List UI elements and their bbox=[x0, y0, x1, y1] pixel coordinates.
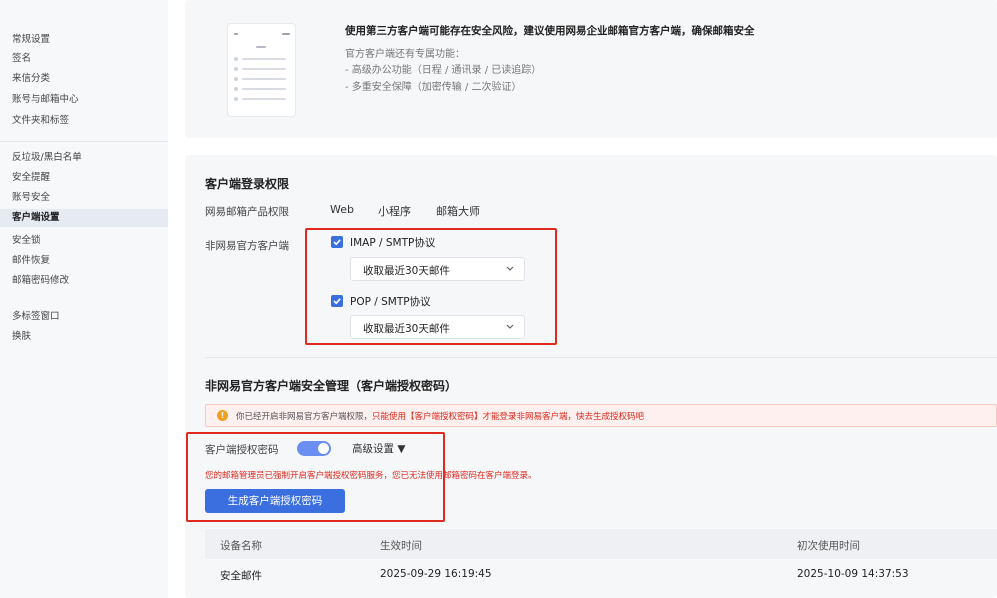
imap-select-value: 收取最近30天邮件 bbox=[363, 265, 450, 277]
sidebar-item-password-change[interactable]: 邮箱密码修改 bbox=[12, 275, 69, 287]
client-notice-card bbox=[185, 0, 997, 138]
sidebar-item-general[interactable]: 常规设置 bbox=[12, 34, 50, 46]
auth-password-label: 客户端授权密码 bbox=[205, 444, 279, 456]
notice-title: 使用第三方客户端可能存在安全风险，建议使用网易企业邮箱官方客户端，确保邮箱安全 bbox=[345, 25, 755, 37]
notice-subtitle: 官方客户端还有专属功能： bbox=[345, 49, 465, 60]
warning-text: 你已经开启非网易官方客户端权限，只能使用【客户端授权密码】才能登录非网易客户端，… bbox=[236, 412, 645, 422]
product-mini-program[interactable]: 小程序 bbox=[378, 203, 411, 219]
pop-fetch-range-select[interactable]: 收取最近30天邮件 bbox=[350, 315, 525, 339]
row-effective-time: 2025-09-29 16:19:45 bbox=[380, 568, 492, 580]
sidebar-item-mail-recovery[interactable]: 邮件恢复 bbox=[12, 255, 50, 267]
col-first-use-time: 初次使用时间 bbox=[797, 540, 860, 552]
check-icon bbox=[333, 239, 341, 246]
chevron-down-icon bbox=[506, 266, 514, 271]
admin-enforced-message: 您的邮箱管理员已强制开启客户端授权密码服务，您已无法使用邮箱密码在客户端登录。 bbox=[205, 471, 537, 481]
product-mail-master[interactable]: 邮箱大师 bbox=[436, 203, 480, 219]
sidebar-item-account-center[interactable]: 账号与邮箱中心 bbox=[12, 94, 79, 106]
sidebar-item-mail-filter[interactable]: 来信分类 bbox=[12, 73, 50, 85]
settings-sidebar: 常规设置 签名 来信分类 账号与邮箱中心 文件夹和标签 反垃圾/黑白名单 安全提… bbox=[0, 0, 168, 598]
security-management-title: 非网易官方客户端安全管理（客户端授权密码） bbox=[205, 379, 458, 393]
check-icon bbox=[333, 298, 341, 305]
sidebar-item-client-settings[interactable]: 客户端设置 bbox=[0, 209, 168, 227]
sidebar-item-account-security[interactable]: 账号安全 bbox=[12, 192, 50, 204]
auth-warning-banner: ! 你已经开启非网易官方客户端权限，只能使用【客户端授权密码】才能登录非网易客户… bbox=[205, 404, 997, 427]
sidebar-item-antispam[interactable]: 反垃圾/黑白名单 bbox=[12, 152, 82, 164]
imap-label: IMAP / SMTP协议 bbox=[350, 237, 436, 249]
login-permission-title: 客户端登录权限 bbox=[205, 177, 290, 191]
notice-feature-office: - 高级办公功能（日程 / 通讯录 / 已读追踪） bbox=[345, 65, 542, 76]
toggle-knob bbox=[318, 443, 329, 454]
chevron-down-icon bbox=[506, 324, 514, 329]
third-party-client-label: 非网易官方客户端 bbox=[205, 240, 289, 252]
sidebar-item-skin[interactable]: 换肤 bbox=[12, 331, 31, 343]
sidebar-item-signature[interactable]: 签名 bbox=[12, 53, 31, 65]
advanced-settings-dropdown[interactable]: 高级设置 ▼ bbox=[352, 441, 405, 456]
client-illustration bbox=[228, 24, 295, 116]
imap-checkbox[interactable] bbox=[331, 236, 343, 248]
pop-checkbox[interactable] bbox=[331, 295, 343, 307]
sidebar-item-multi-tab[interactable]: 多标签窗口 bbox=[12, 311, 60, 323]
notice-feature-security: - 多重安全保障（加密传输 / 二次验证） bbox=[345, 82, 522, 93]
sidebar-item-folders[interactable]: 文件夹和标签 bbox=[12, 115, 69, 127]
sidebar-item-security-lock[interactable]: 安全锁 bbox=[12, 235, 41, 247]
warning-icon: ! bbox=[217, 410, 228, 421]
pop-select-value: 收取最近30天邮件 bbox=[363, 323, 450, 335]
product-web[interactable]: Web bbox=[330, 203, 354, 216]
col-device-name: 设备名称 bbox=[220, 540, 262, 552]
sidebar-item-security-alert[interactable]: 安全提醒 bbox=[12, 172, 50, 184]
col-effective-time: 生效时间 bbox=[380, 540, 422, 552]
generate-auth-password-button[interactable]: 生成客户端授权密码 bbox=[205, 489, 345, 513]
device-table-header bbox=[205, 529, 997, 559]
product-permission-label: 网易邮箱产品权限 bbox=[205, 206, 289, 218]
row-first-use-time: 2025-10-09 14:37:53 bbox=[797, 568, 909, 580]
imap-fetch-range-select[interactable]: 收取最近30天邮件 bbox=[350, 257, 525, 281]
sidebar-divider bbox=[0, 141, 168, 142]
section-divider bbox=[205, 357, 997, 358]
pop-label: POP / SMTP协议 bbox=[350, 296, 431, 308]
row-device-name: 安全邮件 bbox=[220, 570, 262, 582]
auth-password-toggle[interactable] bbox=[297, 441, 331, 456]
